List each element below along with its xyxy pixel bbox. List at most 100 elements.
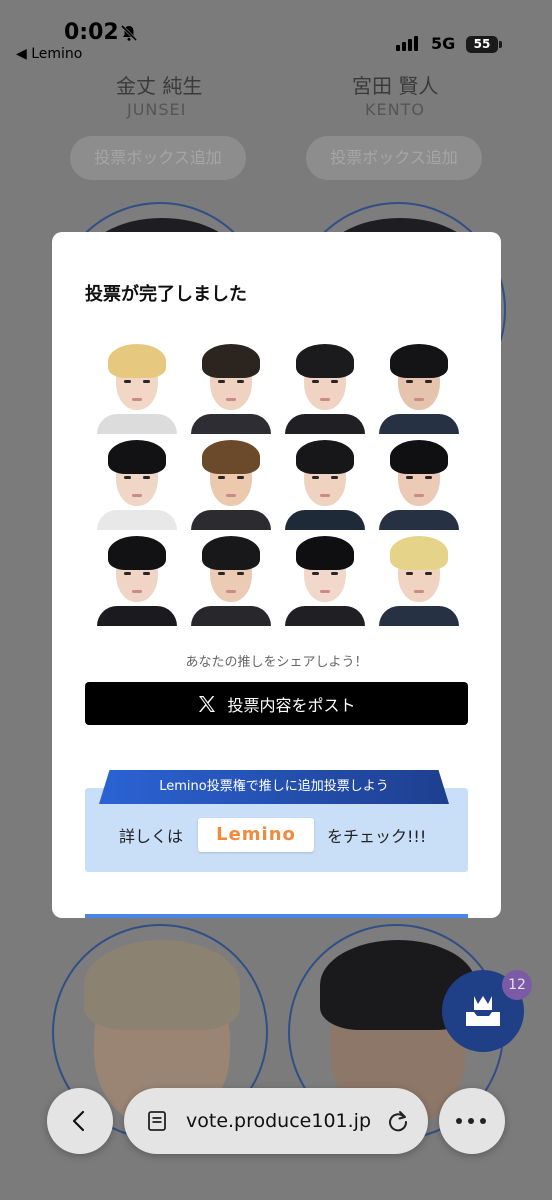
add-vote-box-button-right[interactable]: 投票ボックス追加 [306,136,482,180]
portrait-hair [202,344,260,378]
member-portrait [379,438,459,530]
voted-members-grid [97,342,459,626]
lemino-promo-ribbon: Lemino投票権で推しに追加投票しよう [99,770,449,804]
portrait-hair [108,536,166,570]
member-portrait [285,438,365,530]
member-portrait [285,342,365,434]
portrait-shirt [285,606,365,626]
portrait-eye [406,476,413,479]
url-text: vote.produce101.jp [186,1110,372,1132]
add-vote-box-button-left[interactable]: 投票ボックス追加 [70,136,246,180]
vote-complete-modal: 投票が完了しました あなたの推しをシェアしよう！ 投票内容をポスト Lemino… [52,232,501,918]
portrait-eye [312,476,319,479]
portrait-mouth [132,590,142,593]
share-prompt: あなたの推しをシェアしよう！ [185,655,368,670]
modal-title: 投票が完了しました [85,284,247,305]
signal-icon [396,36,418,51]
portrait-hair [202,440,260,474]
member-portrait [379,534,459,626]
reload-icon[interactable] [386,1109,410,1133]
post-to-x-button[interactable]: 投票内容をポスト [85,682,468,725]
portrait-mouth [226,590,236,593]
portrait-hair [390,536,448,570]
bell-muted-icon [120,24,138,42]
candidate-name-right: 宮田 賢人 [352,74,439,98]
portrait-eye [331,572,338,575]
portrait-mouth [414,398,424,401]
address-bar[interactable]: vote.produce101.jp [124,1088,428,1154]
back-to-app-link[interactable]: ◀ Lemino [16,46,82,62]
portrait-shirt [191,606,271,626]
member-portrait [379,342,459,434]
candidate-roman-right: KENTO [365,100,425,119]
portrait-shirt [97,606,177,626]
battery-icon: 55 [466,36,498,53]
portrait-mouth [320,494,330,497]
battery-tip [499,41,502,48]
portrait-mouth [132,398,142,401]
lemino-logo-text: Lemino [216,824,296,845]
chevron-left-icon [72,1110,85,1132]
portrait-eye [237,476,244,479]
portrait-eye [331,380,338,383]
member-portrait [191,342,271,434]
member-portrait [97,534,177,626]
portrait-eye [218,572,225,575]
member-portrait [97,342,177,434]
portrait-eye [143,476,150,479]
portrait-eye [237,572,244,575]
portrait-mouth [414,494,424,497]
lemino-logo-button[interactable]: Lemino [198,818,314,852]
portrait-eye [124,572,131,575]
vote-count-badge: 12 [502,970,532,1000]
portrait-eye [425,572,432,575]
portrait-eye [143,380,150,383]
portrait-mouth [320,590,330,593]
portrait-hair [296,440,354,474]
portrait-shirt [285,414,365,434]
portrait-eye [218,380,225,383]
portrait-hair [108,440,166,474]
x-logo-icon [199,695,216,712]
portrait-eye [406,572,413,575]
browser-more-button[interactable] [439,1088,505,1154]
portrait-shirt [379,510,459,530]
portrait-eye [425,380,432,383]
portrait-mouth [414,590,424,593]
check-prefix: 詳しくは [119,827,184,846]
portrait-shirt [191,510,271,530]
portrait-shirt [97,510,177,530]
portrait-eye [406,380,413,383]
portrait-shirt [379,606,459,626]
portrait-mouth [226,398,236,401]
portrait-mouth [226,494,236,497]
check-suffix: をチェック!!! [327,827,427,846]
portrait-mouth [132,494,142,497]
portrait-hair [202,536,260,570]
page-menu-icon [148,1111,166,1131]
portrait-shirt [285,510,365,530]
portrait-hair [390,440,448,474]
portrait-mouth [320,398,330,401]
candidate-roman-left: JUNSEI [127,100,187,119]
portrait-eye [124,476,131,479]
candidate-name-left: 金丈 純生 [116,74,203,98]
member-portrait [285,534,365,626]
member-portrait [191,534,271,626]
member-portrait [191,438,271,530]
portrait-eye [312,380,319,383]
portrait-shirt [379,414,459,434]
member-portrait [97,438,177,530]
browser-back-button[interactable] [47,1088,113,1154]
portrait-eye [312,572,319,575]
portrait-hair [296,536,354,570]
portrait-eye [124,380,131,383]
portrait-shirt [191,414,271,434]
network-type: 5G [431,34,456,53]
portrait-eye [218,476,225,479]
portrait-hair [108,344,166,378]
portrait-hair [390,344,448,378]
lemino-check-row: 詳しくは Lemino をチェック!!! [85,817,468,853]
portrait-hair [296,344,354,378]
portrait-eye [237,380,244,383]
